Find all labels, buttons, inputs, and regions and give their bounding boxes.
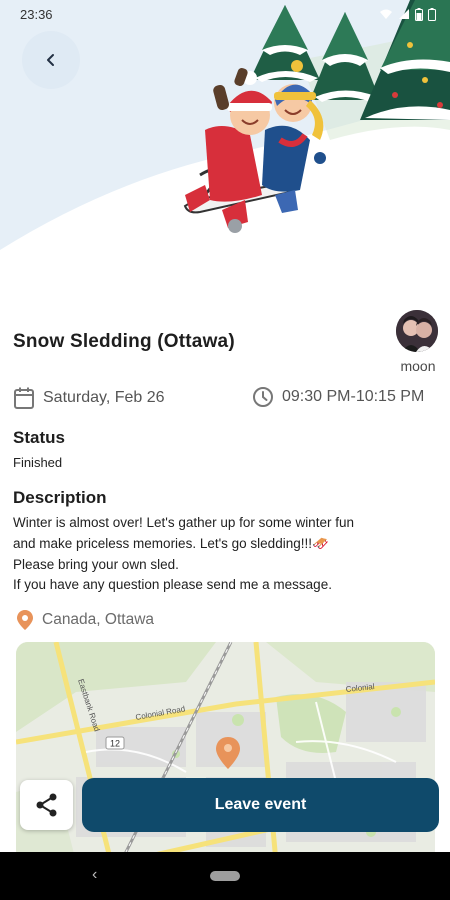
location-row: Canada, Ottawa [16,609,154,631]
battery-icon [415,7,423,21]
location-pin-icon [17,610,33,630]
share-button[interactable] [20,780,73,830]
event-time: 09:30 PM-10:15 PM [282,388,425,405]
status-time: 23:36 [20,6,53,22]
back-button[interactable] [22,31,80,89]
avatar-image [396,310,438,352]
description-text: Winter is almost over! Let's gather up f… [13,513,433,596]
status-bar: 23:36 [0,0,450,28]
event-time-row: 09:30 PM-10:15 PM [252,386,424,408]
battery-saver-icon [428,7,436,21]
location-text: Canada, Ottawa [42,611,155,628]
event-date: Saturday, Feb 26 [43,389,165,406]
clock-icon [253,387,273,407]
description-heading: Description [13,488,107,507]
system-nav-bar: ‹ [0,852,450,900]
signal-icon [399,9,409,19]
event-title: Snow Sledding (Ottawa) [13,331,235,352]
nav-home-pill[interactable] [210,871,240,881]
chevron-left-icon [47,54,54,66]
nav-back-icon[interactable]: ‹ [92,866,97,884]
description-line: and make priceless memories. Let's go sl… [13,535,329,551]
host-avatar[interactable] [396,310,438,352]
status-value: Finished [13,455,63,470]
status-icons [379,7,436,21]
status-heading: Status [13,428,65,447]
map-route-number: 12 [110,739,120,749]
description-line: Please bring your own sled. [13,556,179,572]
share-icon [36,793,56,817]
wifi-icon [380,9,392,19]
event-date-row: Saturday, Feb 26 [13,386,165,410]
leave-event-button[interactable]: Leave event [82,778,439,832]
calendar-icon [14,387,34,409]
host-name[interactable]: moon [396,358,440,374]
description-line: Winter is almost over! Let's gather up f… [13,515,354,530]
description-line: If you have any question please send me … [13,577,332,593]
